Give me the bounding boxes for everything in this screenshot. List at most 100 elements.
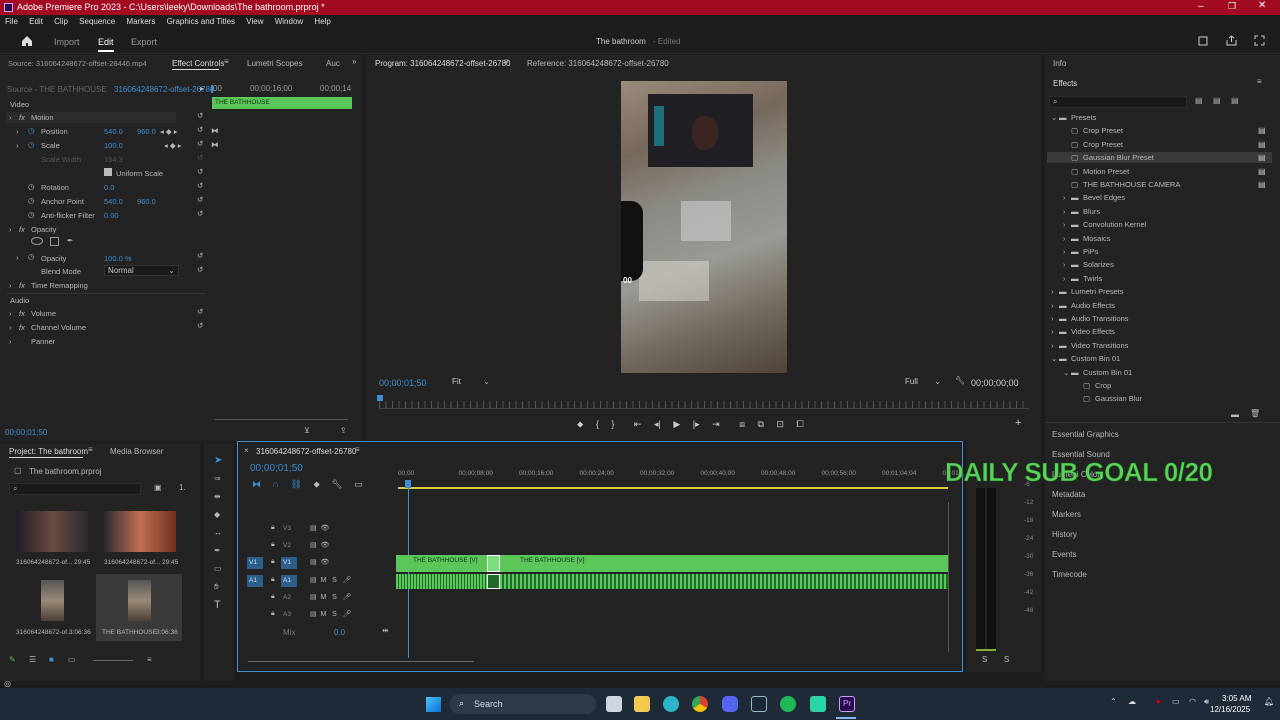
mini-playhead[interactable] — [211, 85, 213, 93]
side-panel-tab[interactable]: Metadata — [1052, 490, 1085, 499]
timeline-timecode[interactable]: 00;00;01;50 — [250, 463, 303, 474]
video-clip-1[interactable]: THE BATHHOUSE [V] — [396, 555, 487, 572]
tab-edit[interactable]: Edit — [98, 37, 114, 47]
new-bin-icon[interactable]: ▬ — [1231, 410, 1239, 419]
side-panel-tab[interactable]: History — [1052, 530, 1077, 539]
track-visibility-toggles[interactable]: ▤ 👁︎ — [310, 541, 329, 549]
menu-graphics[interactable]: Graphics and Titles — [167, 17, 235, 26]
linked-selection-icon[interactable]: ⛓︎ — [291, 479, 302, 489]
tab-program[interactable]: Program: 316064248672-offset-26780 — [375, 59, 511, 68]
quick-export-icon[interactable] — [1226, 35, 1237, 46]
volume-icon[interactable]: 🔊︎ — [1204, 697, 1209, 707]
wifi-icon[interactable]: ◠ — [1189, 697, 1196, 706]
timeline-zoom-scrollbar[interactable] — [248, 661, 474, 662]
mark-out-icon[interactable]: } — [611, 419, 614, 429]
tab-info[interactable]: Info — [1053, 59, 1066, 68]
side-panel-tab[interactable]: Markers — [1052, 510, 1081, 519]
position-y[interactable]: 960.0 — [137, 127, 156, 136]
razor-tool-icon[interactable]: ◆ — [214, 510, 220, 519]
effects-item[interactable]: ⌄ ▬ Custom Bin 01 — [1063, 368, 1132, 377]
menu-sequence[interactable]: Sequence — [79, 17, 115, 26]
effects-item[interactable]: › ▬ Video Effects — [1051, 327, 1115, 336]
rectangle-tool-icon[interactable]: ▭ — [214, 564, 222, 573]
reset-scale-icon[interactable]: ↺ — [197, 139, 203, 148]
add-button-icon[interactable]: + — [1015, 417, 1021, 429]
reset-position-icon[interactable]: ↺ — [197, 125, 203, 134]
step-back-icon[interactable]: ◂| — [654, 419, 661, 429]
track-name[interactable]: A1 — [281, 575, 297, 587]
32bit-effects-icon[interactable]: ▤ — [1213, 96, 1221, 105]
tab-reference[interactable]: Reference: 316064248672-offset-26780 — [527, 59, 669, 68]
effects-item[interactable]: › ▬ Solarizes — [1063, 260, 1114, 269]
track-name[interactable]: A3 — [281, 609, 297, 621]
menu-help[interactable]: Help — [314, 17, 330, 26]
track-mute-solo-toggles[interactable]: ▤ M S 🎤︎ — [310, 576, 352, 584]
effects-item[interactable]: › ▬ Lumetri Presets — [1051, 287, 1124, 296]
lock-icon[interactable]: 🔒︎ — [271, 541, 275, 549]
scale-value[interactable]: 100.0 — [104, 141, 123, 150]
new-bin-from-search-icon[interactable]: ▣ — [154, 483, 162, 492]
steam-icon[interactable] — [751, 696, 767, 712]
lift-icon[interactable]: ⧈ — [739, 419, 745, 429]
effects-item[interactable]: › ▬ Convolution Kernel — [1063, 220, 1146, 229]
pencil-icon[interactable]: ✎ — [9, 655, 16, 664]
selection-tool-icon[interactable]: ➤ — [214, 455, 222, 466]
mini-clip-bar[interactable]: THE BATHHOUSE — [212, 97, 352, 109]
timeline-settings-icon[interactable]: 🔧︎ — [331, 479, 342, 489]
stopwatch-rotation-icon[interactable]: ◷ — [28, 182, 35, 191]
go-to-out-icon[interactable]: ⇥ — [712, 419, 720, 429]
step-forward-icon[interactable]: |▸ — [693, 419, 700, 429]
premiere-taskbar-icon[interactable]: Pr — [839, 696, 855, 712]
yuv-effects-icon[interactable]: ▤ — [1231, 96, 1239, 105]
tab-media-browser[interactable]: Media Browser — [110, 447, 163, 456]
accelerated-effects-icon[interactable]: ▤ — [1195, 96, 1203, 105]
camera-icon[interactable]: ⊡ — [776, 419, 784, 429]
track-visibility-toggles[interactable]: ▤ 👁︎ — [310, 558, 329, 566]
go-to-in-icon[interactable]: ⇤ — [634, 419, 642, 429]
effects-item[interactable]: › ▬ Audio Effects — [1051, 301, 1115, 310]
clock-date[interactable]: 12/16/2025 — [1210, 705, 1250, 714]
project-item-3[interactable] — [41, 580, 64, 621]
minimize-button[interactable]: – — [1198, 1, 1204, 12]
type-tool-icon[interactable]: T — [214, 599, 221, 611]
effects-item[interactable]: › ▬ Video Transitions — [1051, 341, 1128, 350]
program-menu-icon[interactable]: ≡ — [504, 57, 509, 66]
video-clip-2[interactable]: THE BATHHOUSE [V] — [500, 555, 948, 572]
workspaces-icon[interactable] — [1198, 36, 1208, 46]
effects-item[interactable]: ▢ Crop — [1075, 381, 1111, 390]
menu-window[interactable]: Window — [275, 17, 303, 26]
track-name[interactable]: A2 — [281, 592, 297, 604]
track-name[interactable]: V1 — [281, 557, 297, 569]
home-icon[interactable] — [21, 35, 33, 47]
effect-controls-menu-icon[interactable]: ≡ — [224, 57, 229, 66]
source-patch[interactable]: V1 — [247, 557, 263, 569]
uniform-scale-checkbox[interactable] — [104, 168, 112, 176]
side-panel-tab[interactable]: Essential Graphics — [1052, 430, 1119, 439]
lock-icon[interactable]: 🔒︎ — [271, 558, 275, 566]
menu-view[interactable]: View — [246, 17, 263, 26]
extract-icon[interactable]: ⧉ — [757, 419, 763, 429]
tab-project[interactable]: Project: The bathroom — [9, 447, 88, 456]
opacity-value[interactable]: 100.0 % — [104, 254, 132, 263]
captions-icon[interactable]: ▭ — [354, 479, 363, 489]
file-explorer-icon[interactable] — [634, 696, 650, 712]
track-mute-solo-toggles[interactable]: ▤ M S 🎤︎ — [310, 610, 352, 618]
close-sequence-icon[interactable]: × — [244, 446, 249, 455]
quality-select[interactable]: Full ⌄ — [905, 377, 943, 388]
stopwatch-position-icon[interactable]: ◷ — [28, 126, 35, 135]
effects-item[interactable]: › ▬ Audio Transitions — [1051, 314, 1129, 323]
program-playhead[interactable] — [377, 395, 383, 401]
tab-export[interactable]: Export — [131, 37, 157, 47]
effects-item[interactable]: › ▬ Bevel Edges — [1063, 193, 1125, 202]
motion-expand-icon[interactable]: › — [9, 113, 12, 122]
effects-item[interactable]: ▢ Motion Preset — [1063, 167, 1129, 176]
play-only-icon[interactable]: ▸ — [200, 84, 204, 93]
add-marker-icon[interactable]: ⬥ — [577, 419, 583, 429]
anchor-x[interactable]: 540.0 — [104, 197, 123, 206]
track-mute-solo-toggles[interactable]: ▤ M S 🎤︎ — [310, 593, 352, 601]
tab-effect-controls[interactable]: Effect Controls — [172, 59, 224, 68]
effects-item[interactable]: › ▬ PiPs — [1063, 247, 1098, 256]
tray-chevron-icon[interactable]: ⌃ — [1110, 697, 1117, 706]
app-icon[interactable] — [810, 696, 826, 712]
lock-icon[interactable]: 🔒︎ — [271, 576, 275, 584]
